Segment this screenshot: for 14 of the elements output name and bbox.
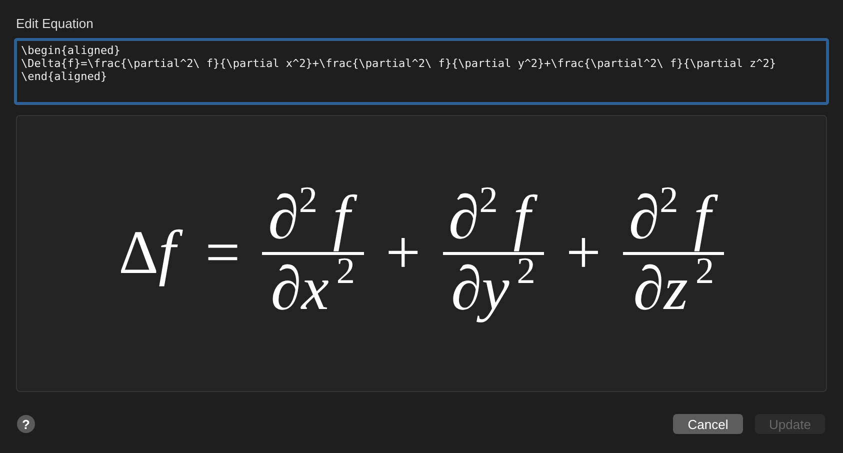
dialog-title: Edit Equation (16, 16, 94, 31)
equals-sign: = (205, 218, 240, 289)
fraction-numerator: ∂$^{2}$ f (442, 184, 544, 252)
fraction-denominator: ∂z$^{2}$ (632, 255, 714, 324)
fraction-denominator: ∂x$^{2}$ (270, 255, 355, 324)
plus-sign: + (566, 218, 601, 289)
fraction-numerator: ∂$^{2}$ f (622, 184, 724, 252)
fraction-numerator: ∂$^{2}$ f (262, 184, 364, 252)
equation-lhs: Δf (118, 214, 184, 292)
help-button[interactable]: ? (17, 415, 35, 433)
cancel-button[interactable]: Cancel (673, 414, 743, 434)
plus-sign: + (386, 218, 421, 289)
equation-field[interactable]: \begin{aligned} \Delta{f}=\frac{\partial^2\ f}{\partial x^2}+\frac{\partial^2\ f}{\partial y^2}+\frac{\partial^2\ f}{\partial z^2} \end{aligned} (14, 38, 829, 105)
fraction-denominator: ∂y$^{2}$ (450, 255, 536, 324)
